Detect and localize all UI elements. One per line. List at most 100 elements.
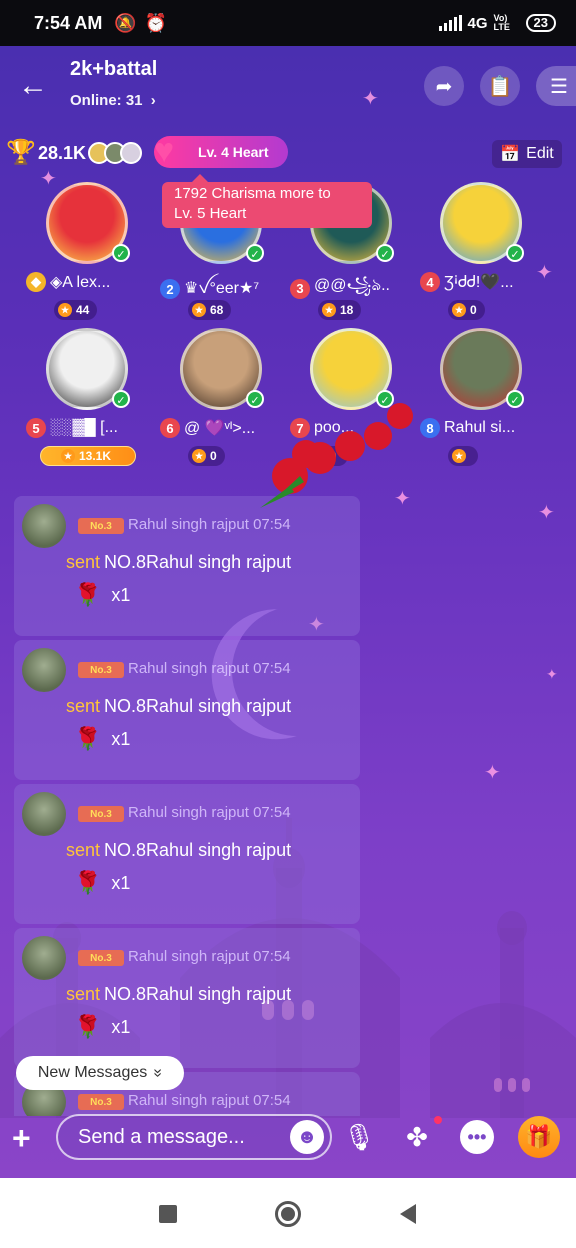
seat-username: Rahul si... [444,419,516,436]
star-coin-icon: ★ [452,449,466,463]
seat-points: ★ [448,446,478,466]
message-verb: sent [66,984,101,1004]
online-count[interactable]: Online: 31 › [70,92,156,109]
notification-dot [434,1116,442,1124]
seat-number: 2 [160,279,180,299]
signal-icon [438,15,462,31]
rose-icon: 🌹 [74,582,102,607]
mic-seat[interactable]: ✓ 5 ░░▓█ [... ★ 13.1K [26,328,146,468]
room-header: ← 2k+battal Online: 31 › ➦ 📋 ☰ [0,46,576,136]
gift-count: x1 [111,1016,131,1037]
trophy-icon: 🏆 [6,139,36,166]
seat-name-row: 2 ♛ꪜ°eer★⁷ [160,272,300,306]
emoji-icon[interactable]: ☻ [290,1120,324,1154]
heart-level-badge[interactable]: ♥ Lv. 4 Heart [154,132,288,170]
rose-icon: 🌹 [74,870,102,895]
mic-on-icon: ✓ [506,390,524,408]
message-body: sent NO.8Rahul singh rajput [66,984,291,1005]
seat-points-value: 44 [76,303,90,317]
gift-row: 🌹 x1 [74,1014,130,1040]
battery-icon: 23 [525,14,556,32]
mic-on-icon: ✓ [376,244,394,262]
room-title: 2k+battal [70,58,158,80]
seat-username: ƷꜟᏧᏧ!🖤... [444,274,514,291]
back-button[interactable] [394,1200,422,1228]
message-placeholder: Send a message... [78,1125,245,1148]
score-value: 28.1K [38,142,87,163]
new-messages-button[interactable]: New Messages » [16,1056,184,1090]
top-contributors [88,142,143,164]
avatar[interactable] [22,648,66,692]
seat-name-row: 3 @@꧁ঌ.. [290,272,430,305]
input-bar: + Send a message... ☻ 🎙 ✤ ••• 🎁 [0,1098,576,1178]
home-button[interactable] [274,1200,302,1228]
menu-button[interactable]: ☰ [536,66,576,106]
mic-on-icon: ✓ [112,244,130,262]
rank-badge: No.3 [78,950,124,966]
room-background: ✦ ✦ ✦ ✦ ✦ ✦ ✦ ✦ ← 2k+battal Online: 31 ›… [0,46,576,1178]
heart-icon: ♥ [154,132,175,170]
message-sender: Rahul singh rajput 07:54 [128,948,291,965]
star-coin-icon: ★ [452,303,466,317]
chat-message[interactable]: No.3 Rahul singh rajput 07:54 sent NO.8Rahu… [14,640,360,780]
seat-points: ★ 0 [448,300,485,320]
plus-icon[interactable]: + [12,1120,31,1157]
message-body: sent NO.8Rahul singh rajput [66,696,291,717]
games-icon[interactable]: ✤ [398,1118,436,1156]
chevron-right-icon: › [150,92,156,109]
online-label: Online: 31 [70,92,143,109]
mic-on-icon: ✓ [506,244,524,262]
back-arrow-icon[interactable]: ← [18,68,54,104]
seat-points-value: 0 [470,303,477,317]
rose-icon: 🌹 [74,726,102,751]
gift-row: 🌹 x1 [74,870,130,896]
message-verb: sent [66,696,101,716]
seat-username: ◈A lex... [50,274,111,291]
message-body: sent NO.8Rahul singh rajput [66,840,291,861]
mic-seat[interactable]: ✓ ◆ ◈A lex... ★ 44 [26,182,146,322]
avatar[interactable] [22,504,66,548]
seat-name-row: 5 ░░▓█ [... [26,418,166,438]
seat-number: 3 [290,278,310,299]
gift-icon[interactable]: 🎁 [518,1116,560,1158]
seat-points-value: 68 [210,303,224,317]
star-coin-icon: ★ [192,303,206,317]
hamburger-icon: ☰ [550,75,568,98]
message-text: NO.8Rahul singh rajput [104,552,292,572]
seat-points-value: 13.1K [78,449,112,463]
edit-icon: 📅 [500,146,521,163]
seat-points: ★ 68 [188,300,232,320]
chat-message[interactable]: No.3 Rahul singh rajput 07:54 sent NO.8Rahu… [14,784,360,924]
chat-list[interactable]: No.3 Rahul singh rajput 07:54 sent NO.8Rahu… [0,496,576,1116]
recent-apps-button[interactable] [154,1200,182,1228]
network-type: 4G [467,14,488,32]
alarm-icon: ⏰ [144,12,168,33]
chat-message[interactable]: No.3 Rahul singh rajput 07:54 sent NO.8Rahu… [14,496,360,636]
seat-name-row: 4 ƷꜟᏧᏧ!🖤... [420,272,560,292]
rank-badge: No.3 [78,806,124,822]
clipboard-icon: 📋 [487,75,513,98]
clipboard-button[interactable]: 📋 [480,66,520,106]
volte-label: Vo) LTE [493,13,510,32]
seat-name-row: 8 Rahul si... [420,418,560,438]
rank-badge: No.3 [78,518,124,534]
mic-seat[interactable]: ✓ 8 Rahul si... ★ [420,328,540,468]
chat-message[interactable]: No.3 Rahul singh rajput 07:54 sent NO.8Rahu… [14,928,360,1068]
back-triangle-icon [400,1204,416,1224]
edit-button[interactable]: 📅 Edit [492,140,562,168]
more-icon[interactable]: ••• [460,1120,494,1154]
message-text: NO.8Rahul singh rajput [104,984,292,1004]
seat-number: 4 [420,272,440,292]
avatar[interactable] [22,792,66,836]
square-icon [159,1205,177,1223]
microphone-icon[interactable]: 🎙 [340,1118,378,1156]
gift-row: 🌹 x1 [74,582,130,608]
room-score[interactable]: 🏆 28.1K [6,138,143,168]
star-coin-icon: ★ [192,449,206,463]
seat-points: ★ 0 [188,446,225,466]
share-button[interactable]: ➦ [424,66,464,106]
mic-seat[interactable]: ✓ 4 ƷꜟᏧᏧ!🖤... ★ 0 [420,182,540,322]
message-body: sent NO.8Rahul singh rajput [66,552,291,573]
double-chevron-down-icon: » [149,1068,167,1078]
avatar[interactable] [22,936,66,980]
